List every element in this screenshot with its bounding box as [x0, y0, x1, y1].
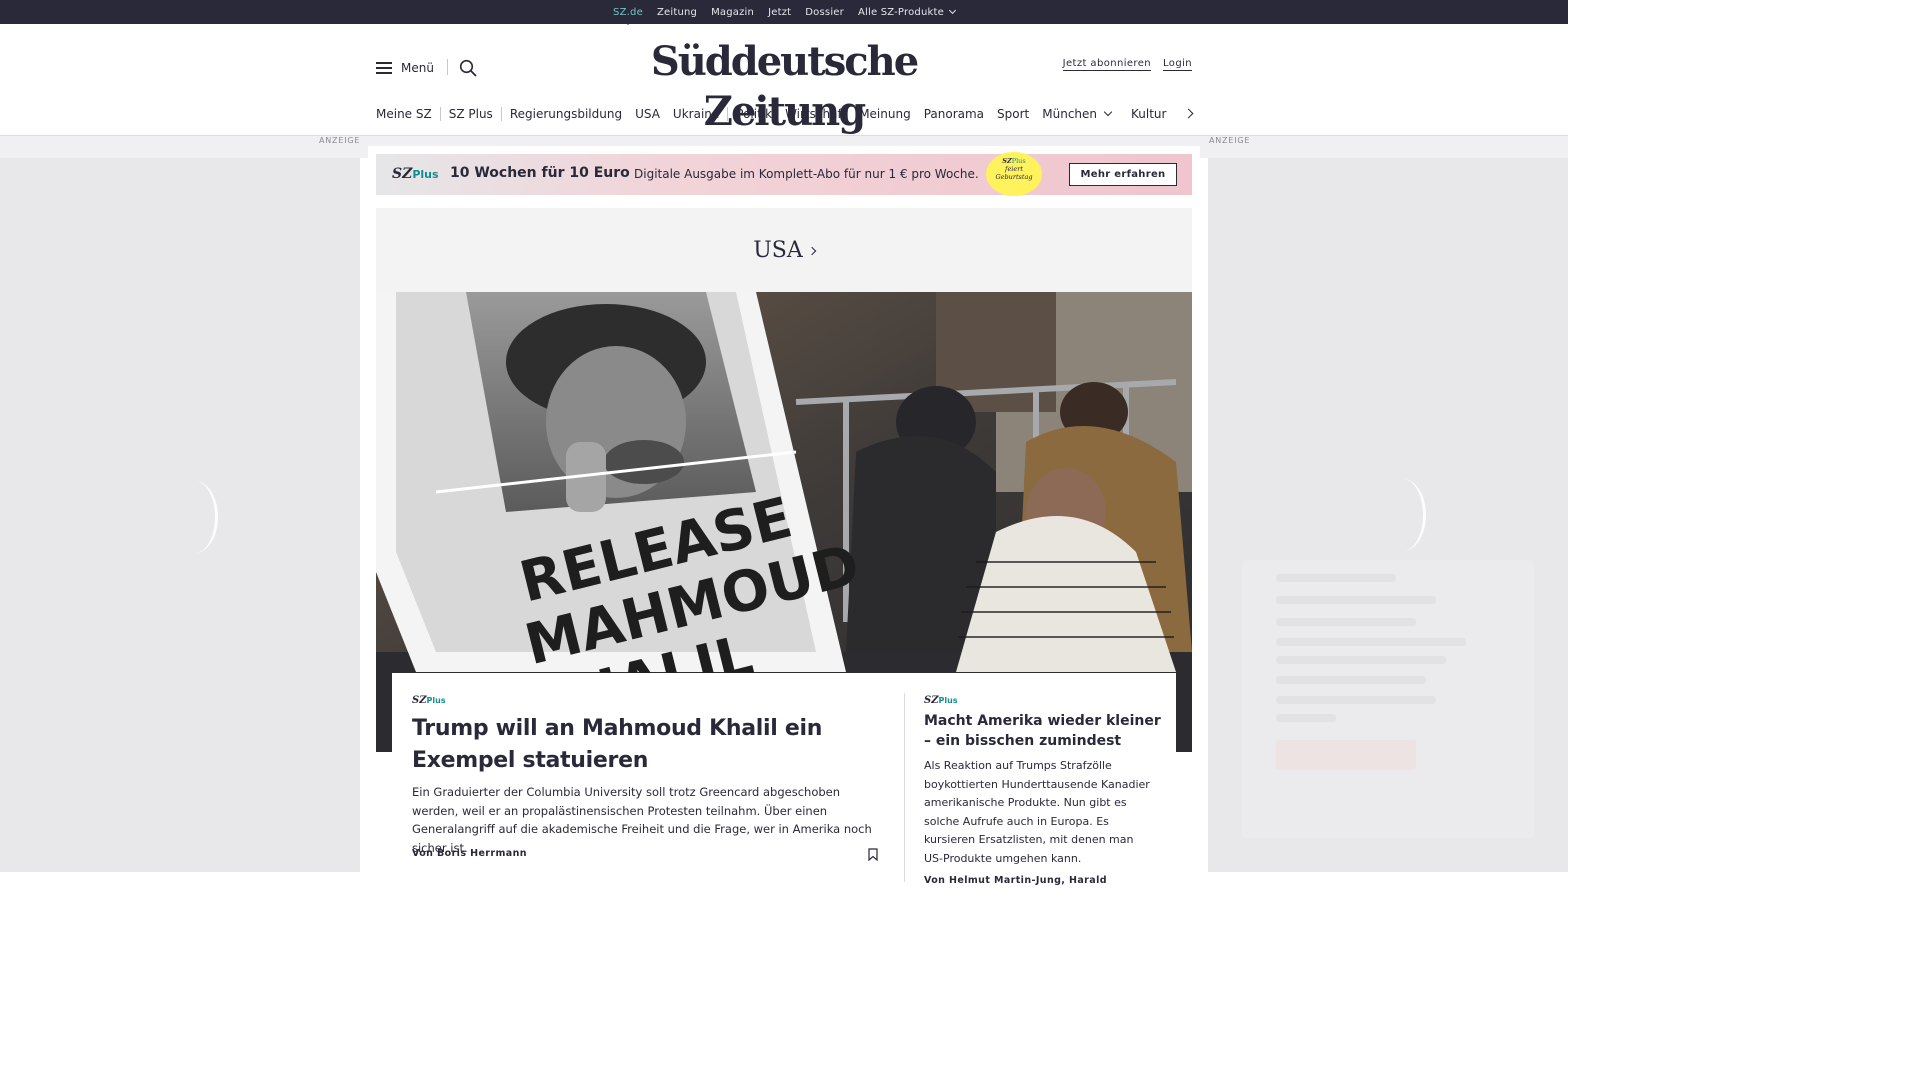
ad-label-left: ANZEIGE: [319, 136, 361, 145]
nav-item-regierungsbildung[interactable]: Regierungsbildung: [510, 107, 622, 121]
article-card: SZPlus Trump will an Mahmoud Khalil ein …: [392, 673, 1176, 886]
topbar-link-alle-produkte[interactable]: Alle SZ-Produkte: [857, 6, 956, 18]
nav-item-politik[interactable]: Politik: [736, 107, 772, 121]
article-2-teaser[interactable]: Als Reaktion auf Trumps Strafzölle boyko…: [924, 757, 1154, 868]
badge-line2: Geburtstag: [995, 173, 1033, 181]
nav-item-meine-sz[interactable]: Meine SZ: [376, 107, 432, 121]
article-2-author: Von Helmut Martin-Jung, Harald: [924, 875, 1107, 886]
article-1-title[interactable]: Trump will an Mahmoud Khalil ein Exempel…: [412, 713, 882, 777]
birthday-badge: SZPlus feiert Geburtstag: [986, 152, 1042, 196]
nav-item-muenchen[interactable]: München: [1042, 107, 1113, 121]
article-2-plus: Plus: [938, 696, 958, 705]
nav-next-arrow-icon[interactable]: [1183, 108, 1194, 119]
sz-plus-tag: SZPlus: [412, 695, 446, 706]
sz-plus-tag: SZPlus: [924, 695, 958, 706]
chevron-down-icon: [1103, 107, 1113, 117]
nav-item-meinung[interactable]: Meinung: [859, 107, 911, 121]
badge-line1: feiert: [1005, 165, 1023, 173]
promo-headline: 10 Wochen für 10 Euro: [450, 165, 630, 181]
topbar-link-szde[interactable]: SZ.de: [613, 7, 643, 25]
article-2-title[interactable]: Macht Amerika wieder kleiner – ein bissc…: [924, 711, 1164, 751]
chevron-right-icon: [807, 246, 816, 256]
nav-item-panorama[interactable]: Panorama: [924, 107, 984, 121]
account-links: Jetzt abonnieren Login: [1062, 58, 1192, 71]
main-nav: Meine SZ SZ Plus Regierungsbildung USA U…: [376, 104, 1166, 124]
nav-muenchen-label: München: [1042, 107, 1098, 121]
menu-label: Menü: [401, 61, 434, 75]
topbar-link-dossier[interactable]: Dossier: [805, 7, 844, 18]
topbar-link-jetzt[interactable]: Jetzt: [768, 7, 791, 18]
section-title: USA: [753, 238, 803, 263]
article-2-brand: SZ: [924, 695, 939, 706]
badge-plus: Plus: [1011, 157, 1026, 165]
nav-item-usa[interactable]: USA: [635, 107, 660, 121]
nav-item-wirtschaft[interactable]: Wirtschaft: [785, 107, 846, 121]
subscribe-link[interactable]: Jetzt abonnieren: [1062, 58, 1152, 71]
nav-item-sz-plus[interactable]: SZ Plus: [449, 107, 493, 121]
top-bar: SZ.de Zeitung Magazin Jetzt Dossier Alle…: [0, 0, 1568, 25]
nav-item-kultur[interactable]: Kultur: [1131, 107, 1166, 121]
topbar-link-zeitung[interactable]: Zeitung: [657, 7, 697, 18]
bookmark-icon[interactable]: [868, 848, 878, 861]
menu-button[interactable]: Menü: [376, 58, 434, 78]
article-1-brand: SZ: [412, 695, 427, 706]
sz-plus-logo: SZPlus: [392, 166, 439, 182]
hamburger-icon: [376, 62, 392, 74]
article-1-author: Von Boris Herrmann: [412, 848, 527, 859]
sz-plus-brand: SZ: [392, 166, 413, 182]
article-1-plus: Plus: [426, 696, 446, 705]
mehr-erfahren-button[interactable]: Mehr erfahren: [1069, 163, 1177, 186]
nav-item-ukraine[interactable]: Ukraine: [673, 107, 719, 121]
chevron-down-icon: [948, 6, 956, 14]
alle-produkte-label: Alle SZ-Produkte: [857, 6, 944, 18]
badge-brand: SZ: [1002, 157, 1012, 165]
section-header[interactable]: USA: [376, 208, 1192, 292]
promo-subline: Digitale Ausgabe im Komplett-Abo für nur…: [634, 167, 979, 181]
search-icon[interactable]: [459, 59, 477, 77]
login-link[interactable]: Login: [1163, 58, 1192, 71]
nav-item-sport[interactable]: Sport: [997, 107, 1029, 121]
promo-banner[interactable]: SZPlus 10 Wochen für 10 Euro Digitale Au…: [376, 152, 1192, 196]
article-1-teaser[interactable]: Ein Graduierter der Columbia University …: [412, 783, 882, 857]
topbar-link-magazin[interactable]: Magazin: [711, 7, 754, 18]
card-divider: [904, 693, 905, 882]
ad-label-right: ANZEIGE: [1209, 136, 1251, 145]
loading-spinner-icon: [172, 481, 218, 553]
header-divider: [447, 59, 448, 75]
sz-plus-suffix: Plus: [412, 168, 439, 181]
loading-spinner-icon: [1380, 479, 1426, 551]
